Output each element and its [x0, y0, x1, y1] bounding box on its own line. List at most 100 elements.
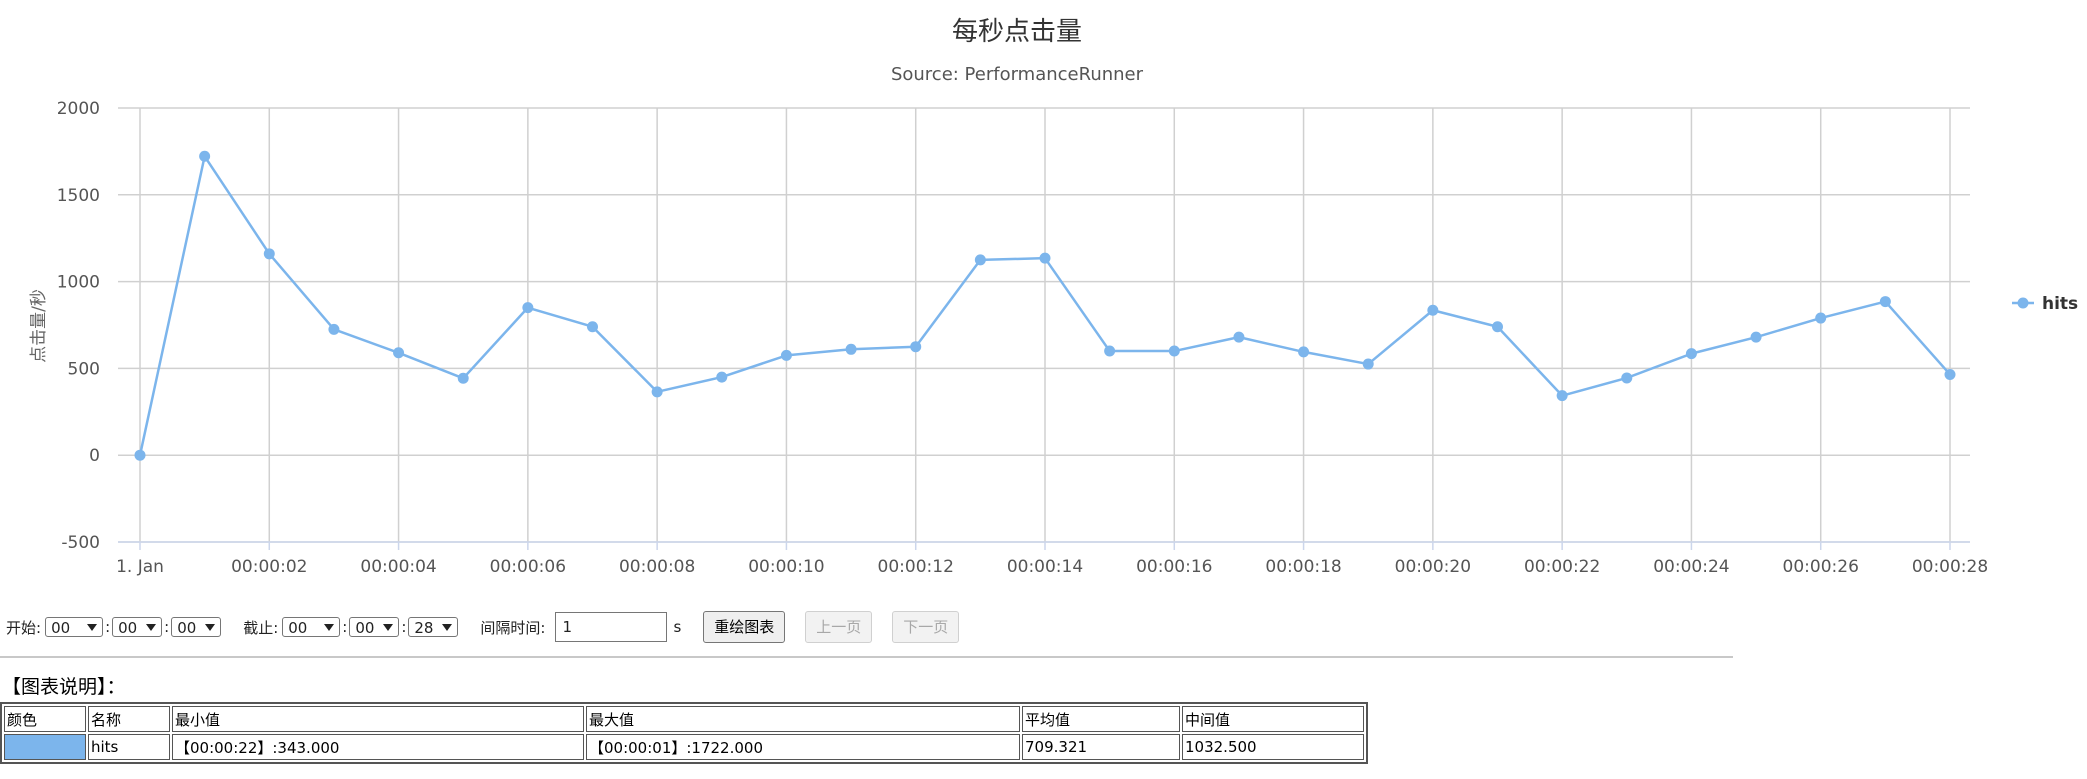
- x-tick-label: 00:00:20: [1395, 557, 1471, 577]
- data-point: [780, 349, 792, 361]
- x-tick-label: 00:00:10: [748, 557, 824, 577]
- chart-subtitle: Source: PerformanceRunner: [891, 64, 1144, 85]
- x-tick-label: 00:00:28: [1912, 557, 1988, 577]
- data-point: [974, 254, 986, 266]
- data-point: [393, 347, 405, 359]
- y-tick-label: 0: [89, 446, 100, 466]
- y-tick-label: 500: [68, 359, 100, 379]
- series-color-cell: [4, 734, 86, 760]
- hits-per-second-chart: 每秒点击量 Source: PerformanceRunner 点击量/秒 20…: [29, 17, 2078, 577]
- chart-controls: 开始: 00 : 00 : 00 截止: 00 : 00 : 28 间隔时间: …: [6, 611, 979, 643]
- start-label: 开始:: [6, 618, 42, 637]
- time-separator: :: [401, 618, 407, 636]
- header-name: 名称: [88, 706, 170, 732]
- x-tick-label: 00:00:14: [1007, 557, 1083, 577]
- data-point: [845, 343, 857, 355]
- data-point: [134, 449, 146, 461]
- data-point: [1944, 368, 1956, 380]
- chevron-down-icon: [146, 624, 157, 631]
- header-min: 最小值: [172, 706, 584, 732]
- data-point: [457, 372, 469, 384]
- start-hour-select[interactable]: 00: [45, 617, 104, 637]
- data-point: [1233, 331, 1245, 343]
- end-hour-select[interactable]: 00: [282, 617, 341, 637]
- x-tick-label: 00:00:22: [1524, 557, 1600, 577]
- section-divider: [0, 656, 1733, 658]
- header-max: 最大值: [586, 706, 1020, 732]
- prev-page-button[interactable]: 上一页: [805, 611, 873, 643]
- redraw-chart-button[interactable]: 重绘图表: [703, 611, 786, 643]
- y-tick-label: 2000: [57, 99, 100, 119]
- chart-description-title: 【图表说明】：: [2, 676, 126, 698]
- end-minute-value: 00: [355, 619, 375, 637]
- data-point: [587, 321, 598, 333]
- chart-title: 每秒点击量: [952, 17, 1082, 47]
- start-minute-value: 00: [118, 619, 138, 637]
- legend-symbol-marker: [2017, 297, 2029, 309]
- series-name-cell: hits: [88, 734, 170, 760]
- chevron-down-icon: [205, 624, 216, 631]
- chevron-down-icon: [442, 624, 453, 631]
- header-median: 中间值: [1182, 706, 1364, 732]
- header-color: 颜色: [4, 706, 86, 732]
- max-value-cell: 【00:00:01】:1722.000: [586, 734, 1020, 760]
- interval-unit: s: [673, 618, 682, 636]
- chevron-down-icon: [324, 624, 335, 631]
- data-point: [522, 302, 534, 314]
- x-tick-label: 00:00:18: [1265, 557, 1341, 577]
- start-minute-select[interactable]: 00: [112, 617, 163, 637]
- x-tick-label: 00:00:26: [1783, 557, 1859, 577]
- data-point: [199, 150, 211, 162]
- y-tick-label: -500: [61, 533, 100, 553]
- data-point: [651, 386, 663, 398]
- series-color-swatch: [5, 735, 85, 759]
- x-tick-label: 00:00:04: [360, 557, 436, 577]
- start-hour-value: 00: [51, 619, 71, 637]
- end-minute-select[interactable]: 00: [349, 617, 400, 637]
- chevron-down-icon: [383, 624, 394, 631]
- median-value-cell: 1032.500: [1182, 734, 1364, 760]
- y-tick-label: 1500: [57, 186, 100, 206]
- data-point: [910, 341, 922, 353]
- stats-table: 颜色 名称 最小值 最大值 平均值 中间值 hits 【00:00:22】:34…: [0, 702, 1368, 764]
- data-point: [1685, 348, 1697, 360]
- time-separator: :: [342, 618, 348, 636]
- data-point: [1039, 252, 1051, 264]
- data-point: [1750, 331, 1762, 343]
- data-point: [1427, 304, 1439, 316]
- data-point: [1621, 372, 1633, 384]
- x-tick-label: 00:00:02: [231, 557, 307, 577]
- end-second-select[interactable]: 28: [408, 617, 459, 637]
- min-value-cell: 【00:00:22】:343.000: [172, 734, 584, 760]
- data-point: [263, 248, 275, 260]
- legend-item-label: hits: [2042, 294, 2078, 314]
- x-tick-label: 00:00:16: [1136, 557, 1212, 577]
- chevron-down-icon: [87, 624, 98, 631]
- interval-label: 间隔时间:: [480, 618, 546, 637]
- x-tick-label: 00:00:12: [878, 557, 954, 577]
- data-point: [1104, 345, 1116, 357]
- data-point: [1298, 346, 1310, 358]
- header-avg: 平均值: [1022, 706, 1180, 732]
- y-tick-label: 1000: [57, 273, 100, 293]
- interval-input[interactable]: 1: [555, 612, 668, 642]
- x-tick-label: 1. Jan: [116, 557, 164, 577]
- next-page-button[interactable]: 下一页: [892, 611, 960, 643]
- x-tick-label: 00:00:06: [490, 557, 566, 577]
- start-second-value: 00: [177, 619, 197, 637]
- y-axis-title: 点击量/秒: [29, 289, 49, 363]
- start-second-select[interactable]: 00: [171, 617, 222, 637]
- data-point: [1879, 296, 1891, 308]
- time-separator: :: [105, 618, 111, 636]
- table-row: hits 【00:00:22】:343.000 【00:00:01】:1722.…: [4, 734, 1364, 760]
- x-tick-label: 00:00:08: [619, 557, 695, 577]
- end-label: 截止:: [243, 618, 279, 637]
- data-point: [328, 323, 340, 335]
- time-separator: :: [164, 618, 170, 636]
- data-point: [1168, 345, 1180, 357]
- data-point: [716, 371, 728, 383]
- end-second-value: 28: [414, 619, 434, 637]
- data-point: [1815, 312, 1827, 324]
- data-point: [1362, 358, 1374, 370]
- stats-header-row: 颜色 名称 最小值 最大值 平均值 中间值: [4, 706, 1364, 732]
